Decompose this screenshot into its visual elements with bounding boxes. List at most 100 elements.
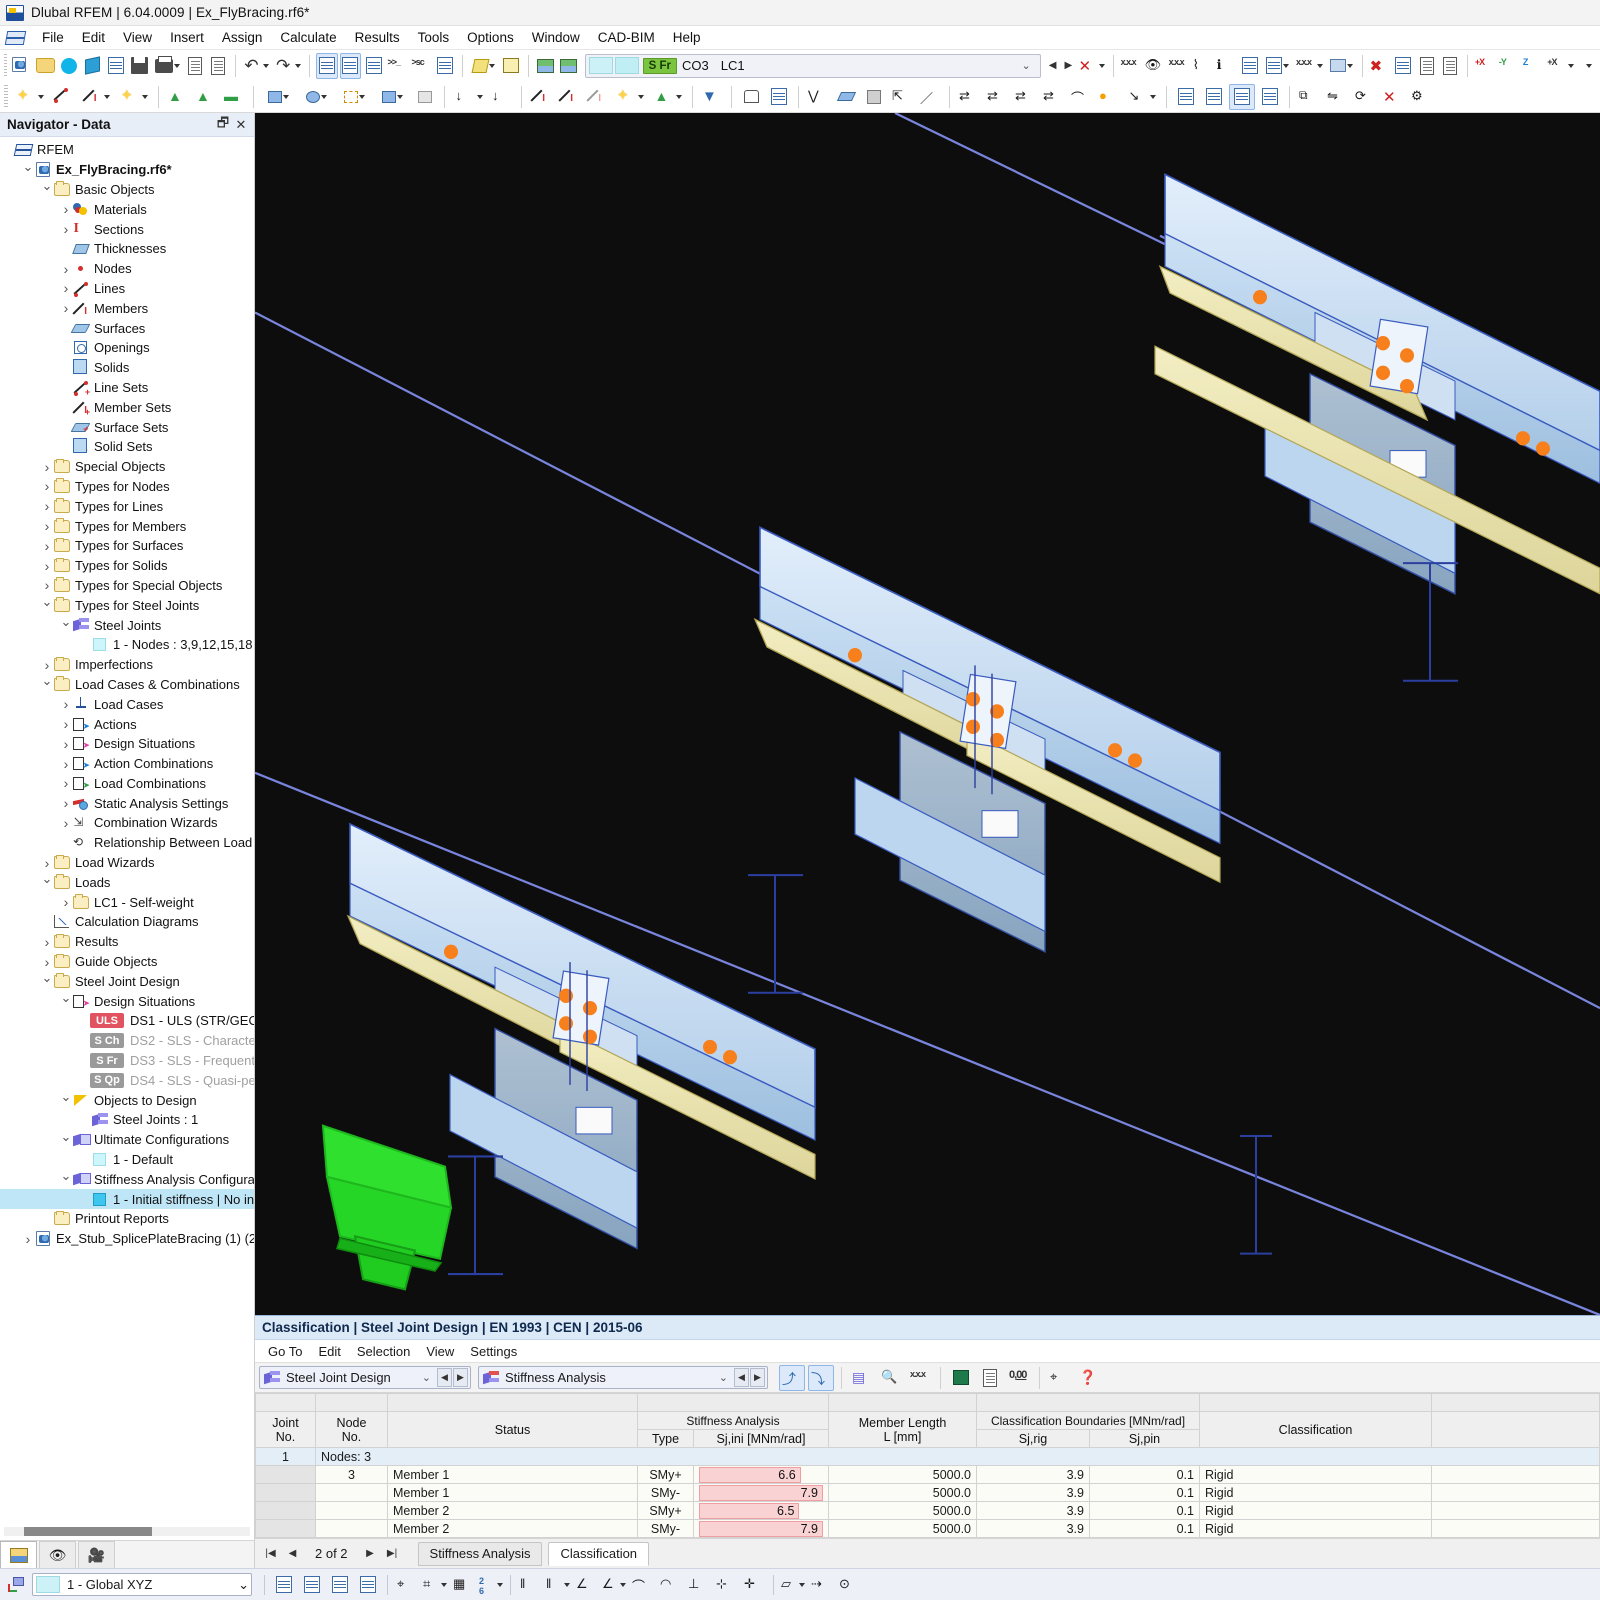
chevron-down-icon[interactable]: ⌄ bbox=[238, 1577, 249, 1593]
rotate-object-button[interactable]: ⟳ bbox=[1352, 84, 1378, 110]
dim-horizontal-button[interactable]: ⇄ bbox=[956, 84, 982, 110]
results-menu-settings[interactable]: Settings bbox=[463, 1342, 524, 1361]
tree-item-load-combinations[interactable]: Load Combinations bbox=[0, 774, 254, 794]
export-button[interactable] bbox=[1440, 53, 1461, 79]
tree-item-guide-objects[interactable]: Guide Objects bbox=[0, 952, 254, 972]
twisty-closed-icon[interactable] bbox=[42, 556, 52, 575]
tree-item-types-for-surfaces[interactable]: Types for Surfaces bbox=[0, 536, 254, 556]
member-eccentricity-button[interactable] bbox=[556, 84, 582, 110]
tree-item-ds1-uls-str-geo[interactable]: ULS DS1 - ULS (STR/GEO) - bbox=[0, 1011, 254, 1031]
prev-page-button[interactable]: ◀ bbox=[283, 1544, 302, 1563]
design-overview-button[interactable] bbox=[1393, 53, 1414, 79]
tree-item-printout-reports[interactable]: Printout Reports bbox=[0, 1209, 254, 1229]
tree-item-types-for-members[interactable]: Types for Members bbox=[0, 516, 254, 536]
twisty-open-icon[interactable] bbox=[61, 1170, 71, 1189]
view-iso-button[interactable]: +X bbox=[1546, 53, 1576, 79]
scroll-thumb[interactable] bbox=[24, 1527, 152, 1536]
tree-item-combination-wizards[interactable]: ⇲ Combination Wizards bbox=[0, 813, 254, 833]
save-button[interactable] bbox=[129, 53, 150, 79]
export-xls-button[interactable] bbox=[948, 1365, 974, 1391]
results-menu-edit[interactable]: Edit bbox=[311, 1342, 347, 1361]
next-load-case-button[interactable]: ▶ bbox=[1064, 60, 1072, 71]
tree-item-1-initial-stiffness-no-inter[interactable]: 1 - Initial stiffness | No inter bbox=[0, 1189, 254, 1210]
tree-item-relationship-between-load-cas[interactable]: ⟲ Relationship Between Load Cas bbox=[0, 833, 254, 853]
view-y-button[interactable]: -Y bbox=[1498, 53, 1520, 79]
data-navigator-tab[interactable] bbox=[0, 1541, 37, 1568]
twisty-closed-icon[interactable] bbox=[61, 794, 71, 813]
import-button[interactable] bbox=[106, 53, 127, 79]
load-case-edit-button[interactable] bbox=[558, 53, 579, 79]
chevron-down-icon[interactable]: ⌄ bbox=[719, 1371, 728, 1384]
select-objects-button[interactable] bbox=[469, 53, 499, 79]
twisty-closed-icon[interactable] bbox=[42, 497, 52, 516]
tree-item-calculation-diagrams[interactable]: Calculation Diagrams bbox=[0, 912, 254, 932]
console-button[interactable]: >>_ bbox=[387, 53, 409, 79]
tab-stiffness-analysis[interactable]: Stiffness Analysis bbox=[417, 1541, 543, 1566]
twisty-closed-icon[interactable] bbox=[42, 457, 52, 476]
tree-item-surface-sets[interactable]: + Surface Sets bbox=[0, 417, 254, 437]
twisty-closed-icon[interactable] bbox=[23, 1229, 33, 1248]
cloud-button[interactable] bbox=[59, 53, 80, 79]
tree-item-solid-sets[interactable]: + Solid Sets bbox=[0, 437, 254, 457]
diagram-button[interactable]: ⋁ bbox=[805, 84, 831, 110]
tree-item-actions[interactable]: Actions bbox=[0, 714, 254, 734]
extension-snap-button[interactable]: ⇢ bbox=[808, 1572, 834, 1597]
tree-item-steel-joints[interactable]: Steel Joints bbox=[0, 615, 254, 635]
tree-item-design-situations[interactable]: Design Situations bbox=[0, 734, 254, 754]
navigator-hscrollbar[interactable] bbox=[4, 1527, 250, 1536]
navigator-tree[interactable]: RFEM Ex_FlyBracing.rf6* Basic Objects Mater… bbox=[0, 137, 254, 1527]
results-table-wrapper[interactable]: Joint No. Node No. Status Stiffness Anal… bbox=[255, 1393, 1600, 1538]
menu-tools[interactable]: Tools bbox=[409, 27, 459, 48]
guideline-button[interactable]: ⌖ bbox=[394, 1572, 420, 1597]
tree-item-load-wizards[interactable]: Load Wizards bbox=[0, 853, 254, 873]
tree-item-stiffness-analysis-configuration[interactable]: Stiffness Analysis Configuration bbox=[0, 1169, 254, 1189]
analysis-prev-button[interactable]: ◀ bbox=[734, 1368, 749, 1387]
find-in-model-button[interactable]: 🔍 bbox=[878, 1365, 904, 1391]
analysis-combo[interactable]: Stiffness Analysis ⌄ ◀ ▶ bbox=[478, 1366, 768, 1389]
tree-item-types-for-nodes[interactable]: Types for Nodes bbox=[0, 477, 254, 497]
tree-item-1-default[interactable]: 1 - Default bbox=[0, 1150, 254, 1170]
render-wireframe-button[interactable] bbox=[738, 84, 764, 110]
copy-object-button[interactable]: ⧉ bbox=[1296, 84, 1322, 110]
tree-item-types-for-solids[interactable]: Types for Solids bbox=[0, 556, 254, 576]
twisty-open-icon[interactable] bbox=[42, 972, 52, 991]
tree-item-lc1-self-weight[interactable]: LC1 - Self-weight bbox=[0, 892, 254, 912]
result-diagram-button[interactable]: ⌇ bbox=[1192, 53, 1214, 79]
decimal-places-button[interactable]: 0,00 bbox=[1006, 1365, 1032, 1391]
open-button[interactable] bbox=[35, 53, 56, 79]
menu-window[interactable]: Window bbox=[523, 27, 589, 48]
new-member-button[interactable] bbox=[78, 84, 114, 110]
tree-item-lines[interactable]: Lines bbox=[0, 279, 254, 299]
grid-button[interactable] bbox=[1173, 84, 1199, 110]
calculate-button[interactable]: ✖ bbox=[1369, 53, 1391, 79]
twisty-closed-icon[interactable] bbox=[61, 220, 71, 239]
twisty-closed-icon[interactable] bbox=[61, 279, 71, 298]
tree-item-design-situations[interactable]: Design Situations bbox=[0, 991, 254, 1011]
chevron-down-icon[interactable]: ⌄ bbox=[422, 1371, 431, 1384]
snap-grid-button[interactable] bbox=[271, 1572, 297, 1597]
table-row[interactable]: 3 Member 1 SMy+ 6.6 5000.0 3.9 0.1 Rigid bbox=[255, 1465, 1600, 1484]
filter-button[interactable]: ▼ bbox=[699, 84, 725, 110]
twisty-closed-icon[interactable] bbox=[42, 952, 52, 971]
deformation-button[interactable] bbox=[1326, 53, 1356, 79]
tree-item-materials[interactable]: Materials bbox=[0, 199, 254, 219]
angle-snap-button[interactable]: ∠ bbox=[573, 1572, 599, 1597]
tree-item-basic-objects[interactable]: Basic Objects bbox=[0, 180, 254, 200]
delete-results-button[interactable]: ✕ bbox=[1077, 53, 1107, 79]
tree-item-types-for-lines[interactable]: Types for Lines bbox=[0, 496, 254, 516]
twisty-closed-icon[interactable] bbox=[61, 754, 71, 773]
twisty-closed-icon[interactable] bbox=[61, 259, 71, 278]
plane-button[interactable]: ▦ bbox=[450, 1572, 476, 1597]
twisty-closed-icon[interactable] bbox=[61, 715, 71, 734]
new-model-button[interactable] bbox=[11, 53, 33, 79]
nodal-release-button[interactable]: ▲ bbox=[650, 84, 686, 110]
new-support-button[interactable]: ▲ bbox=[165, 84, 191, 110]
member-hinge-button[interactable] bbox=[528, 84, 554, 110]
tree-item-thicknesses[interactable]: Thicknesses bbox=[0, 239, 254, 259]
next-page-button[interactable]: ▶ bbox=[361, 1544, 380, 1563]
dim-radial-button[interactable]: ⇄ bbox=[1040, 84, 1066, 110]
twisty-closed-icon[interactable] bbox=[61, 200, 71, 219]
twisty-open-icon[interactable] bbox=[42, 873, 52, 892]
section-view-button[interactable] bbox=[1263, 53, 1293, 79]
twisty-closed-icon[interactable] bbox=[42, 932, 52, 951]
